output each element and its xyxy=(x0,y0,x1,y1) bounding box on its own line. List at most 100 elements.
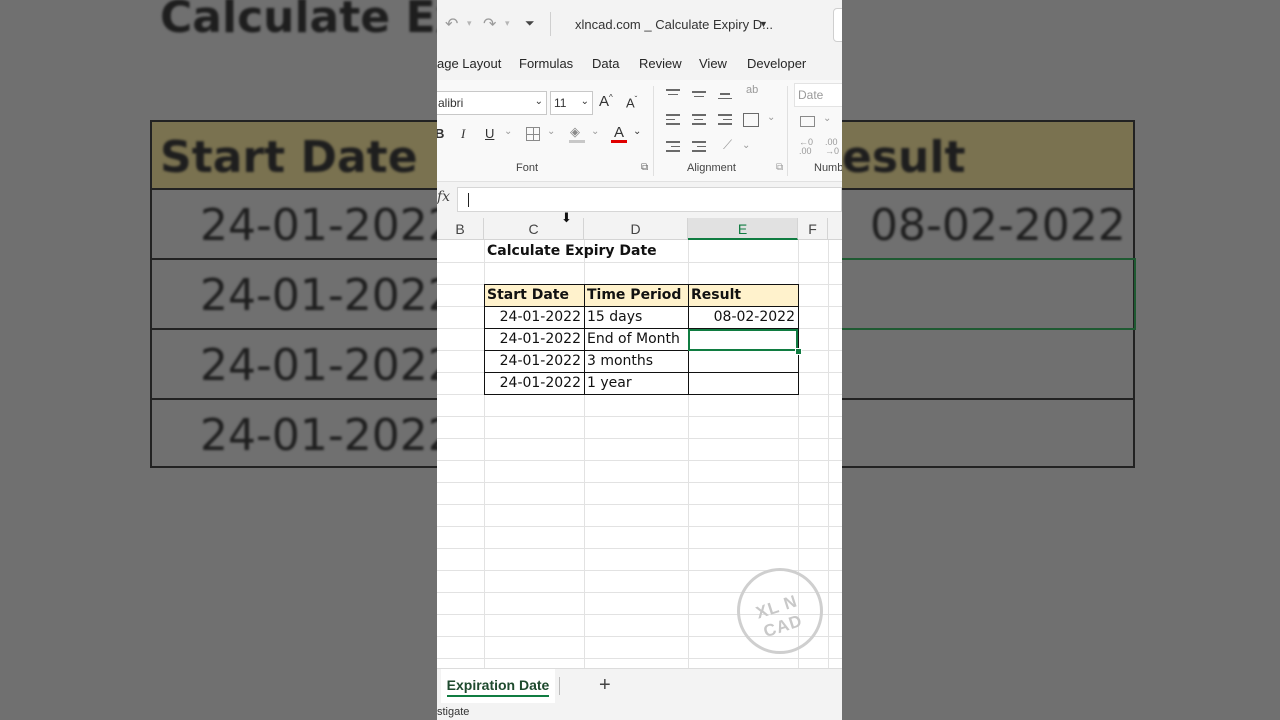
window-title[interactable]: xlncad.com _ Calculate Expiry D... xyxy=(575,17,773,32)
cell-time-period[interactable]: 15 days xyxy=(584,306,688,328)
mouse-cursor-icon: ⬇ xyxy=(561,210,572,225)
gridline xyxy=(437,416,842,417)
align-top-icon[interactable] xyxy=(666,89,680,101)
excel-window: ↶ ▾ ↷ ▾ ⏷ xlncad.com _ Calculate Expiry … xyxy=(437,0,842,720)
gridline xyxy=(437,438,842,439)
grow-font-letter: A xyxy=(599,93,610,110)
chevron-down-icon[interactable]: ⌄ xyxy=(742,140,750,151)
chevron-down-icon[interactable]: ⌄ xyxy=(547,126,555,137)
chevron-down-icon[interactable]: ⌄ xyxy=(504,126,512,137)
dialog-launcher-icon[interactable]: ⧉ xyxy=(641,162,648,173)
align-right-icon[interactable] xyxy=(718,114,732,126)
cell-start-date[interactable]: 24-01-2022 xyxy=(484,328,584,350)
bold-button[interactable]: B xyxy=(437,126,444,141)
borders-icon[interactable] xyxy=(526,127,540,141)
formula-bar: fx xyxy=(437,182,842,218)
divider xyxy=(787,86,788,176)
redo-icon[interactable]: ↷ xyxy=(483,14,496,34)
undo-icon[interactable]: ↶ xyxy=(445,14,458,34)
chevron-down-icon[interactable]: ⌄ xyxy=(823,113,831,124)
tab-review[interactable]: Review xyxy=(639,56,682,71)
chevron-down-icon[interactable]: ▾ xyxy=(467,18,472,29)
shrink-font-button[interactable]: Aˇ xyxy=(626,95,637,110)
bg-row-start: 24-01-2022 xyxy=(200,270,456,321)
tab-data[interactable]: Data xyxy=(592,56,619,71)
tab-page-layout[interactable]: age Layout xyxy=(437,56,501,71)
chevron-down-icon: ⌄ xyxy=(580,96,589,107)
divider xyxy=(550,12,551,36)
table-border xyxy=(484,372,799,373)
add-sheet-button[interactable]: + xyxy=(599,674,611,697)
fill-handle[interactable] xyxy=(795,348,802,355)
align-left-icon[interactable] xyxy=(666,114,680,126)
active-cell-selection[interactable] xyxy=(688,329,798,351)
chevron-down-icon[interactable]: ⌄ xyxy=(767,112,775,123)
number-format-select[interactable]: Date xyxy=(794,83,842,107)
chevron-down-icon[interactable]: ▼ xyxy=(759,19,768,29)
decrease-indent-icon[interactable] xyxy=(666,141,680,153)
merge-center-icon[interactable] xyxy=(743,113,759,127)
increase-indent-icon[interactable] xyxy=(692,141,706,153)
sheet-title[interactable]: Calculate Expiry Date xyxy=(484,240,704,262)
chevron-down-icon[interactable]: ▾ xyxy=(505,18,510,29)
header-start-date[interactable]: Start Date xyxy=(484,284,584,306)
table-border xyxy=(484,284,799,285)
tab-developer[interactable]: Developer xyxy=(747,56,806,71)
align-center-icon[interactable] xyxy=(692,114,706,126)
chevron-down-icon[interactable]: ⌄ xyxy=(591,126,599,137)
sheet-tab-expiration-date[interactable]: Expiration Date xyxy=(441,669,555,703)
bg-header-right: esult xyxy=(842,132,966,183)
chevron-down-icon: ⌄ xyxy=(534,96,543,107)
tab-formulas[interactable]: Formulas xyxy=(519,56,573,71)
fill-color-icon[interactable]: ◈ xyxy=(569,124,585,143)
sheet-tab-bar: Expiration Date + xyxy=(437,668,842,704)
column-header-e[interactable]: E xyxy=(688,218,798,240)
underline-button[interactable]: U xyxy=(485,126,494,141)
cell-time-period[interactable]: 1 year xyxy=(584,372,688,394)
tab-view[interactable]: View xyxy=(699,56,727,71)
wrap-text-icon[interactable]: ab xyxy=(746,84,758,96)
table-border xyxy=(798,284,799,395)
orientation-icon[interactable]: ⟋ xyxy=(723,137,732,153)
currency-format-icon[interactable] xyxy=(800,116,815,127)
cell-start-date[interactable]: 24-01-2022 xyxy=(484,350,584,372)
fx-label[interactable]: fx xyxy=(437,189,450,205)
shrink-font-letter: A xyxy=(626,95,635,111)
bg-header-left: Start Date xyxy=(160,132,418,183)
font-color-letter: A xyxy=(614,124,625,141)
column-header-b[interactable]: B xyxy=(437,218,484,240)
bg-row-start: 24-01-2022 xyxy=(200,410,456,461)
column-headers: B C D E F xyxy=(437,218,842,240)
grow-font-button[interactable]: A^ xyxy=(599,93,613,110)
column-header-f[interactable]: F xyxy=(798,218,828,240)
font-size-select[interactable]: 11 ⌄ xyxy=(550,91,593,115)
increase-decimal-icon[interactable]: ←0 .00 xyxy=(799,138,819,156)
ribbon: alibri ⌄ 11 ⌄ A^ Aˇ B I U ⌄ ⌄ ◈ ⌄ A ⌄ Fo… xyxy=(437,80,842,182)
cell-start-date[interactable]: 24-01-2022 xyxy=(484,372,584,394)
cell-result[interactable] xyxy=(688,350,798,372)
chevron-down-icon[interactable]: ⌄ xyxy=(633,126,641,137)
decrease-decimal-icon[interactable]: .00 →0 xyxy=(825,138,842,156)
header-result[interactable]: Result xyxy=(688,284,798,306)
divider xyxy=(653,86,654,176)
cell-result[interactable]: 08-02-2022 xyxy=(688,306,798,328)
header-time-period[interactable]: Time Period xyxy=(584,284,688,306)
font-name-select[interactable]: alibri ⌄ xyxy=(437,91,547,115)
italic-button[interactable]: I xyxy=(461,126,465,142)
dialog-launcher-icon[interactable]: ⧉ xyxy=(776,162,783,173)
font-color-icon[interactable]: A xyxy=(611,124,627,143)
cell-result[interactable] xyxy=(688,372,798,394)
search-box[interactable] xyxy=(833,8,842,42)
number-format-value: Date xyxy=(798,88,824,102)
column-header-d[interactable]: D xyxy=(584,218,688,240)
text-cursor xyxy=(468,193,469,207)
bg-row-start: 24-01-2022 xyxy=(200,200,456,251)
align-middle-icon[interactable] xyxy=(692,91,706,103)
status-text[interactable]: stigate xyxy=(437,706,469,718)
cell-time-period[interactable]: End of Month xyxy=(584,328,688,350)
align-bottom-icon[interactable] xyxy=(718,93,732,105)
cell-time-period[interactable]: 3 months xyxy=(584,350,688,372)
cell-start-date[interactable]: 24-01-2022 xyxy=(484,306,584,328)
formula-input[interactable] xyxy=(457,187,842,212)
customize-toolbar-icon[interactable]: ⏷ xyxy=(525,16,535,31)
